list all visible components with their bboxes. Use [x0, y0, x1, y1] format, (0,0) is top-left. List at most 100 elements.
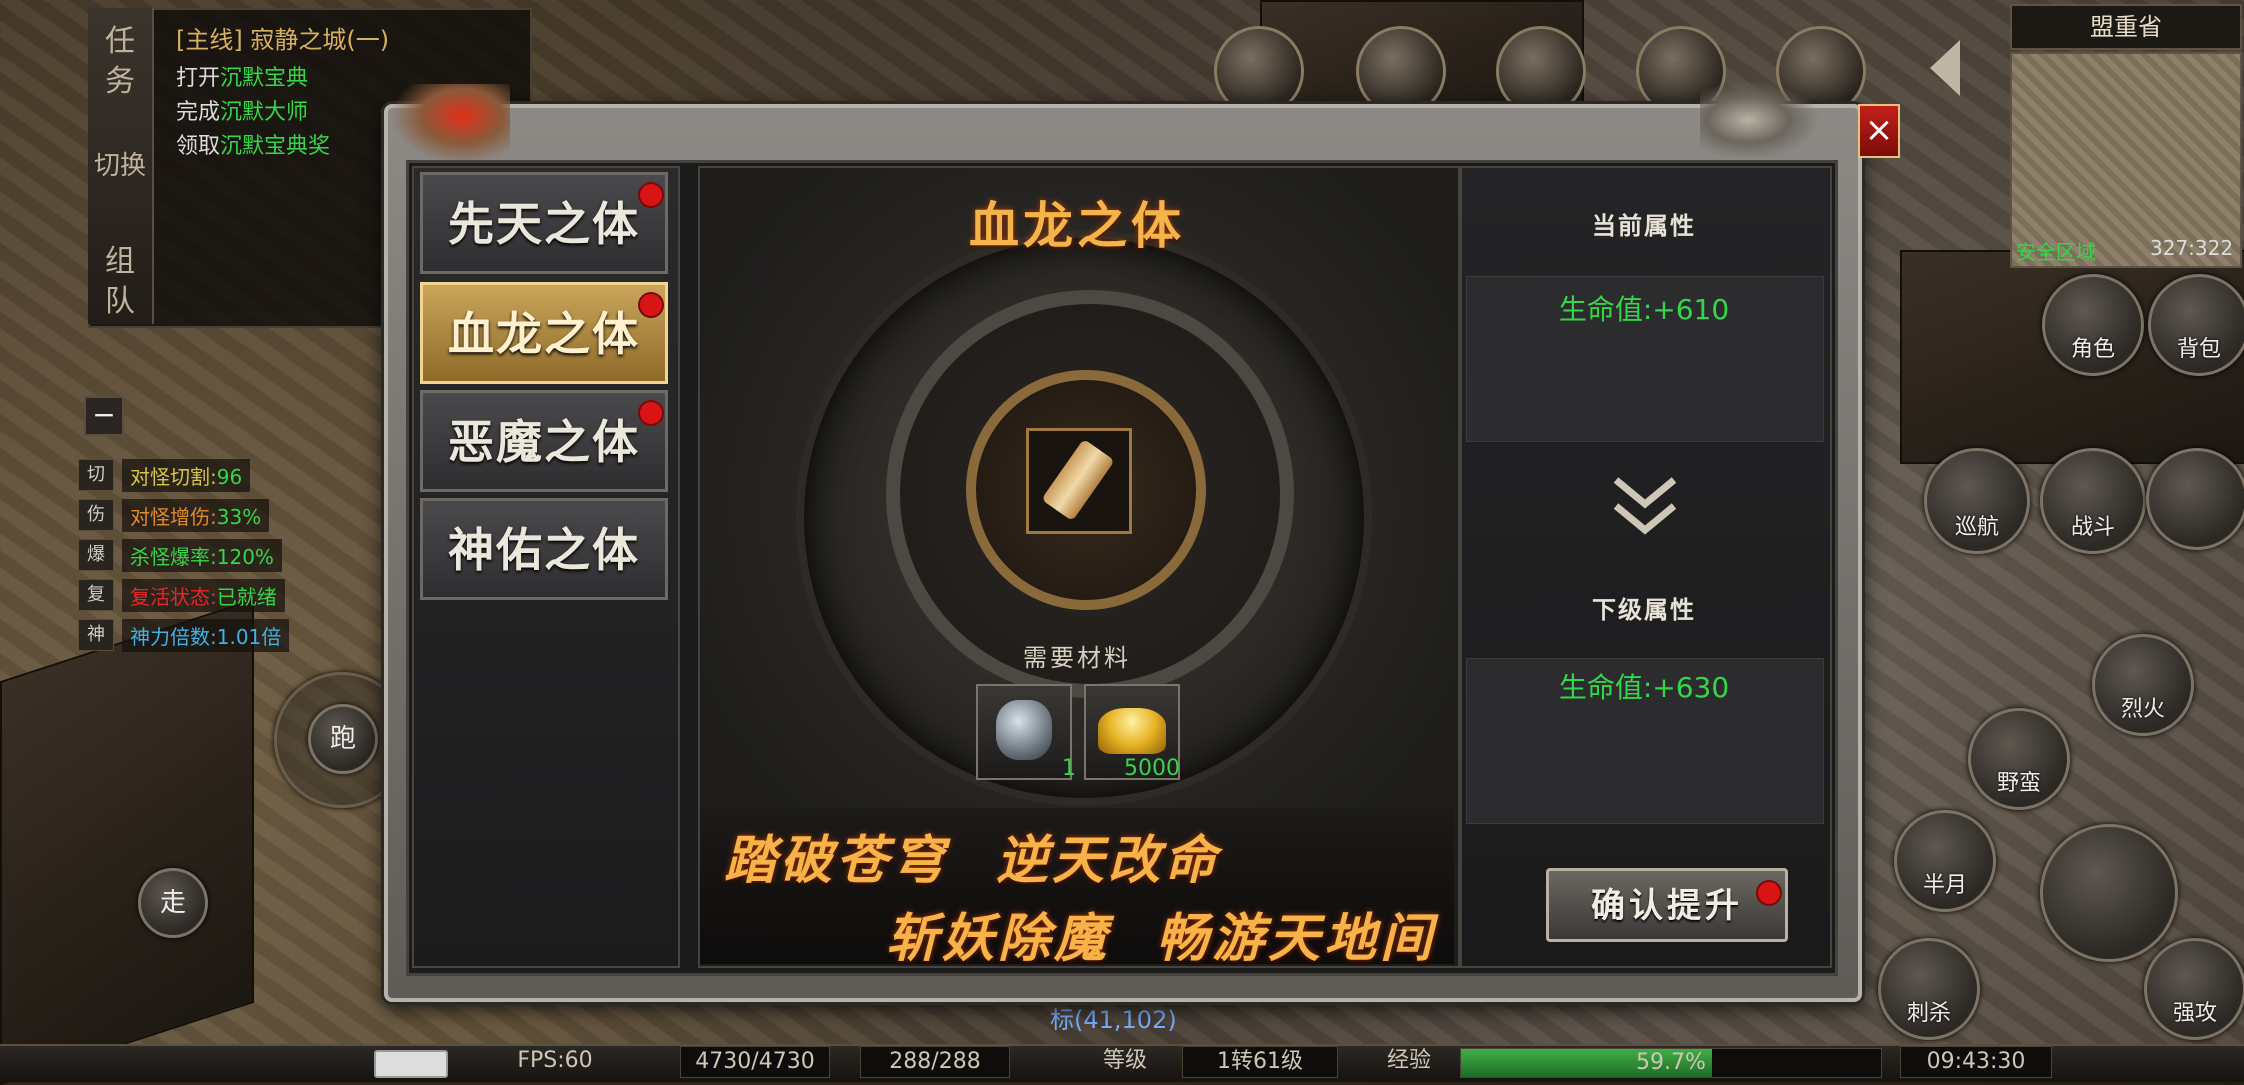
role-button[interactable]: 角色 [2042, 274, 2144, 376]
stat-key: 爆 [78, 539, 114, 571]
tab-xuelong[interactable]: 血龙之体 [420, 282, 668, 384]
stat-label: 对怪切割: [130, 464, 217, 489]
stat-value: 已就绪 [216, 584, 277, 609]
slogan-text: 畅游天地间 [1156, 908, 1437, 969]
dragon-ornament-icon [1700, 80, 1820, 160]
fps-display: FPS:60 [517, 1048, 593, 1073]
gold-ingot-icon [1098, 708, 1166, 754]
skill-button[interactable]: 野蛮 [1968, 708, 2070, 810]
chevron-down-icon [1613, 477, 1677, 535]
quest-target-link[interactable]: 沉默宝典奖 [220, 134, 330, 159]
exp-bar: 59.7% [1460, 1048, 1882, 1078]
patrol-label: 巡航 [1954, 515, 1999, 540]
quest-line[interactable]: 打开沉默宝典 [176, 60, 308, 92]
stat-value: 120% [216, 544, 274, 569]
stat-row: 伤对怪增伤:33% [78, 498, 270, 532]
skill-label: 刺杀 [1906, 1001, 1951, 1026]
collapse-button[interactable]: − [84, 396, 124, 436]
slogan-text: 斩妖除魔 [886, 908, 1111, 969]
quest-action: 打开 [176, 66, 221, 91]
event-icon[interactable] [1356, 26, 1446, 116]
safe-zone-label: 安全区域 [2016, 240, 2096, 264]
bag-button[interactable]: 背包 [2148, 274, 2244, 376]
quest-action: 完成 [176, 100, 221, 125]
mp-display: 288/288 [860, 1046, 1010, 1078]
quest-line[interactable]: 完成沉默大师 [176, 94, 308, 126]
walk-button[interactable]: 走 [138, 868, 208, 938]
slogan-text: 踏破苍穹 [724, 830, 949, 891]
quest-action: 领取 [176, 134, 221, 159]
gem-ring-icon [996, 700, 1052, 760]
quest-line[interactable]: 领取沉默宝典奖 [176, 128, 330, 160]
welfare-icon[interactable] [1496, 26, 1586, 116]
current-attr-value: 生命值:+610 [1558, 293, 1730, 326]
dragon-ornament-icon [390, 84, 510, 164]
stone-ruins [0, 598, 254, 1085]
clock: 09:43:30 [1900, 1046, 2052, 1078]
dialog-title: 血龙之体 [969, 196, 1185, 255]
tab-quest[interactable]: 任务 [88, 22, 152, 102]
stat-value: 1.01倍 [216, 624, 282, 649]
current-attr-title: 当前属性 [1592, 212, 1696, 240]
quest-title[interactable]: [主线] 寂静之城(一) [176, 20, 389, 55]
battery-icon [374, 1050, 448, 1078]
stat-row: 爆杀怪爆率:120% [78, 538, 282, 572]
exp-label: 经验 [1386, 1048, 1431, 1073]
skill-label: 野蛮 [1996, 771, 2041, 796]
level-value: 1转61级 [1182, 1046, 1338, 1078]
next-attr-title: 下级属性 [1592, 596, 1696, 624]
patrol-button[interactable]: 巡航 [1924, 448, 2030, 554]
skill-button[interactable]: 半月 [1894, 810, 1996, 912]
quest-target-link[interactable]: 沉默宝典 [220, 66, 308, 91]
stat-label: 神力倍数: [130, 624, 217, 649]
skill-button[interactable]: 烈火 [2092, 634, 2194, 736]
material-slot[interactable] [976, 684, 1072, 780]
notification-dot [1756, 880, 1782, 906]
tab-team[interactable]: 组队 [88, 242, 152, 322]
stat-key: 切 [78, 459, 114, 491]
tab-shenyou[interactable]: 神佑之体 [420, 498, 668, 600]
close-button[interactable]: × [1858, 104, 1900, 158]
role-label: 角色 [2070, 337, 2115, 362]
map-name: 盟重省 [2010, 4, 2242, 50]
tab-switch[interactable]: 切换 [88, 146, 152, 186]
material-count: 5000 [1124, 756, 1180, 781]
notification-dot [638, 400, 664, 426]
scene-coord-text: 标(41,102) [1050, 1006, 1177, 1034]
level-label: 等级 [1102, 1048, 1147, 1073]
fight-label: 战斗 [2070, 515, 2115, 540]
next-attr-value: 生命值:+630 [1558, 671, 1730, 704]
stat-label: 复活状态: [130, 584, 217, 609]
stat-row: 神神力倍数:1.01倍 [78, 618, 290, 652]
customer-service-icon[interactable] [1214, 26, 1304, 116]
stat-value: 33% [216, 504, 262, 529]
tab-emo[interactable]: 恶魔之体 [420, 390, 668, 492]
scroll-item-slot[interactable] [1026, 428, 1132, 534]
stat-label: 对怪增伤: [130, 504, 217, 529]
hp-display: 4730/4730 [680, 1046, 830, 1078]
run-button[interactable]: 跑 [308, 704, 378, 774]
tab-xiantian[interactable]: 先天之体 [420, 172, 668, 274]
target-switch-button[interactable] [2146, 448, 2244, 550]
notification-dot [638, 182, 664, 208]
skill-label: 半月 [1922, 873, 1967, 898]
skill-label: 烈火 [2120, 697, 2165, 722]
attack-button[interactable] [2040, 824, 2178, 962]
stat-row: 切对怪切割:96 [78, 458, 251, 492]
stat-key: 伤 [78, 499, 114, 531]
materials-title: 需要材料 [1023, 644, 1131, 672]
stat-value: 96 [216, 464, 243, 489]
quest-side-tabs: 任务 切换 组队 [88, 8, 154, 324]
confirm-upgrade-button[interactable]: 确认提升 [1546, 868, 1788, 942]
fight-button[interactable]: 战斗 [2040, 448, 2146, 554]
stat-key: 神 [78, 619, 114, 651]
stat-label: 杀怪爆率: [130, 544, 217, 569]
skill-button[interactable]: 刺杀 [1878, 938, 1980, 1040]
quest-target-link[interactable]: 沉默大师 [220, 100, 308, 125]
collapse-arrow-icon[interactable] [1930, 40, 1960, 96]
scroll-icon [1041, 438, 1115, 522]
stat-key: 复 [78, 579, 114, 611]
skill-button[interactable]: 强攻 [2144, 938, 2244, 1040]
bag-label: 背包 [2176, 337, 2221, 362]
skill-label: 强攻 [2172, 1001, 2217, 1026]
